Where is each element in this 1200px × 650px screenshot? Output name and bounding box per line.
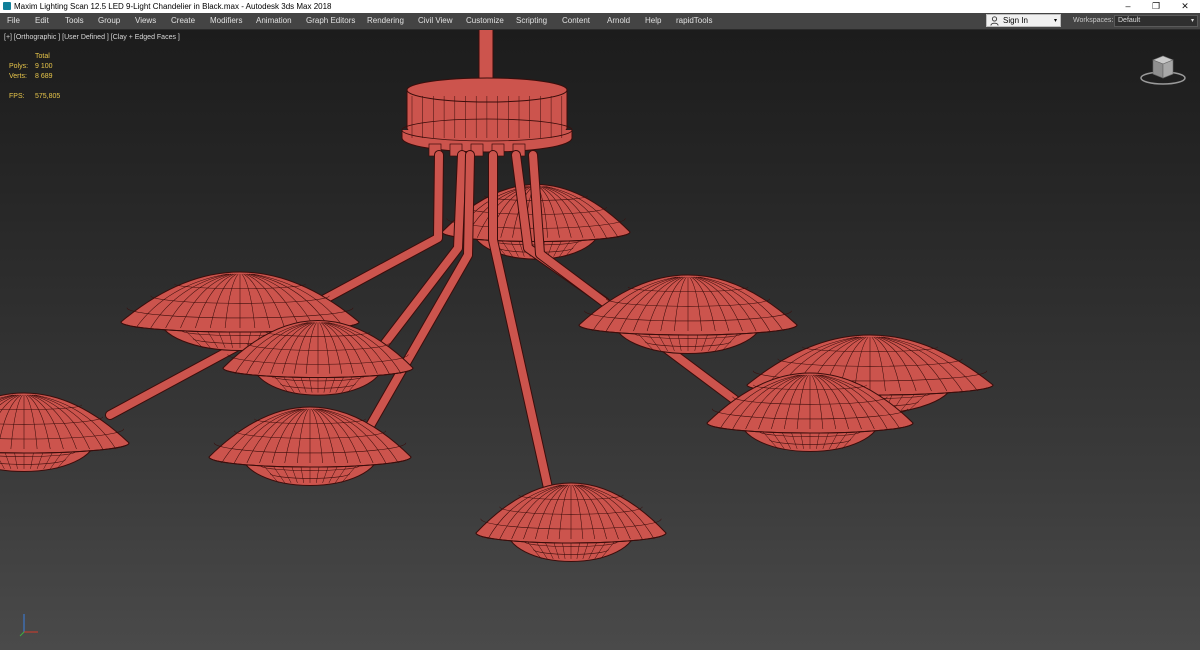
stats-verts-value: 8 689: [35, 73, 53, 80]
workspace-select[interactable]: Default ▾: [1114, 15, 1198, 27]
menu-create[interactable]: Create: [171, 13, 195, 29]
stats-total-label: Total: [35, 53, 50, 60]
menu-views[interactable]: Views: [135, 13, 156, 29]
workspaces-label: Workspaces:: [1073, 17, 1114, 24]
stats-verts-label: Verts:: [9, 73, 27, 80]
viewcube-icon[interactable]: [1136, 48, 1190, 88]
menu-help[interactable]: Help: [645, 13, 661, 29]
user-icon: [990, 16, 999, 26]
menu-bar: File Edit Tools Group Views Create Modif…: [0, 13, 1200, 30]
chevron-down-icon: ▾: [1053, 18, 1057, 24]
axis-tripod-icon: [19, 614, 38, 637]
perspective-viewport[interactable]: [+] [Orthographic ] [User Defined ] [Cla…: [0, 30, 1200, 650]
menu-content[interactable]: Content: [562, 13, 590, 29]
workspace-value: Default: [1118, 17, 1141, 24]
chevron-down-icon: ▾: [1190, 18, 1194, 24]
menu-arnold[interactable]: Arnold: [607, 13, 630, 29]
title-bar: Maxim Lighting Scan 12.5 LED 9-Light Cha…: [0, 0, 1200, 13]
menu-tools[interactable]: Tools: [65, 13, 84, 29]
viewport-label[interactable]: [+] [Orthographic ] [User Defined ] [Cla…: [4, 34, 180, 41]
menu-animation[interactable]: Animation: [256, 13, 292, 29]
lamp-far-left: [0, 392, 130, 472]
canopy-hub: [401, 77, 573, 157]
menu-civil-view[interactable]: Civil View: [418, 13, 453, 29]
maximize-button[interactable]: ❐: [1141, 0, 1171, 13]
stats-polys-value: 9 100: [35, 63, 53, 70]
menu-customize[interactable]: Customize: [466, 13, 504, 29]
menu-rendering[interactable]: Rendering: [367, 13, 404, 29]
sign-in-label: Sign In: [1003, 16, 1028, 25]
stats-fps-label: FPS:: [9, 93, 25, 100]
menu-group[interactable]: Group: [98, 13, 120, 29]
stats-polys-label: Polys:: [9, 63, 29, 70]
close-button[interactable]: ✕: [1170, 0, 1200, 13]
chandelier-model: [0, 30, 994, 562]
sign-in-dropdown[interactable]: Sign In ▾: [986, 14, 1061, 27]
3ds-max-icon: [3, 2, 11, 10]
lamp-right-mid: [578, 274, 798, 354]
menu-scripting[interactable]: Scripting: [516, 13, 547, 29]
window-title: Maxim Lighting Scan 12.5 LED 9-Light Cha…: [14, 2, 332, 11]
lamp-left-front: [208, 406, 412, 486]
minimize-button[interactable]: –: [1113, 0, 1143, 13]
menu-modifiers[interactable]: Modifiers: [210, 13, 242, 29]
menu-graph-editors[interactable]: Graph Editors: [306, 13, 355, 29]
stats-fps-value: 575,805: [35, 93, 61, 100]
lamp-front: [475, 482, 667, 562]
menu-file[interactable]: File: [7, 13, 20, 29]
menu-rapidtools[interactable]: rapidTools: [676, 13, 712, 29]
menu-edit[interactable]: Edit: [35, 13, 49, 29]
